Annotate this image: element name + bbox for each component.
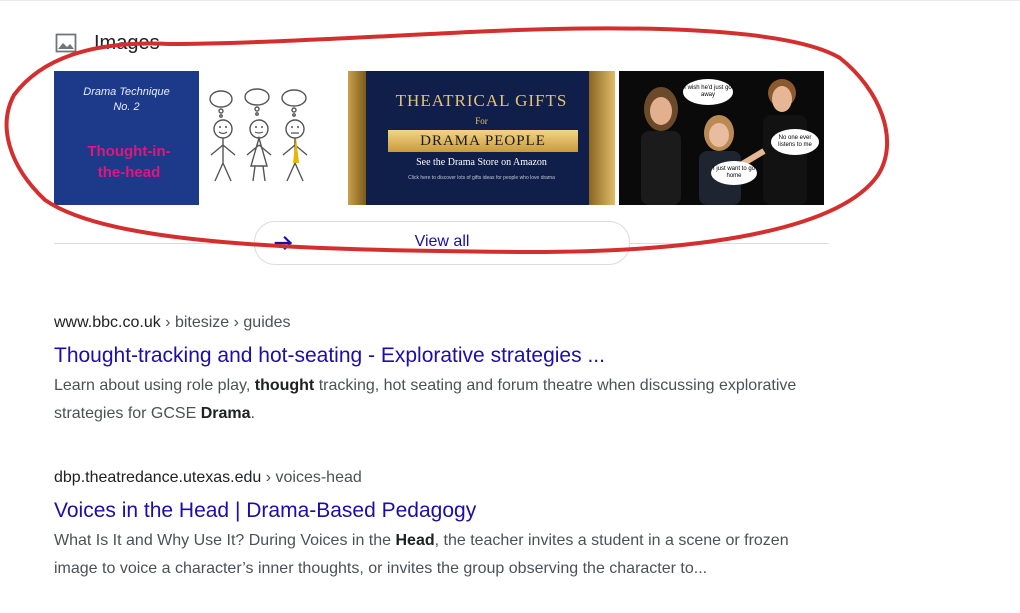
result-title-link[interactable]: Thought-tracking and hot-seating - Explo… <box>54 342 834 370</box>
result-snippet: Learn about using role play, thought tra… <box>54 377 797 422</box>
thumbnail-caption: For <box>475 116 488 126</box>
images-section-header: Images <box>54 28 160 58</box>
result-snippet: What Is It and Why Use It? During Voices… <box>54 532 789 577</box>
result-url[interactable]: www.bbc.co.uk › bitesize › guides <box>54 312 834 334</box>
top-divider <box>0 0 1020 1</box>
result-breadcrumb: › voices-head <box>261 469 362 486</box>
result-domain: dbp.theatredance.utexas.edu <box>54 469 262 486</box>
thumbnail-caption: No. 2 <box>113 101 140 113</box>
thumbnail-banner: DRAMA PEOPLE <box>388 130 578 152</box>
view-all-images-button[interactable]: View all <box>254 221 630 265</box>
thumbnail-caption: Drama Technique <box>83 86 170 98</box>
thumbnail-illustration <box>199 71 344 205</box>
thumbnail-heading: the-head <box>97 164 161 181</box>
thought-bubble: I just want to go home <box>711 161 757 185</box>
image-thumbnail-thought-in-the-head[interactable]: Drama Technique No. 2 Thought-in- the-he… <box>54 71 344 205</box>
view-all-label: View all <box>414 233 470 250</box>
thumbnail-heading: THEATRICAL GIFTS <box>395 91 568 110</box>
thumbnail-title-panel: Drama Technique No. 2 Thought-in- the-he… <box>54 71 199 205</box>
thumbnail-subtitle: See the Drama Store on Amazon <box>416 157 547 168</box>
thought-bubble: I wish he'd just go away <box>683 79 733 105</box>
images-section-title: Images <box>94 31 160 54</box>
stick-figures-thinking-illustration <box>209 88 308 182</box>
image-icon <box>55 33 77 53</box>
image-thumbnail-theatrical-gifts[interactable]: THEATRICAL GIFTS For DRAMA PEOPLE See th… <box>348 71 615 205</box>
thumbnail-fine-print: Click here to discover lots of gifts ide… <box>408 175 555 181</box>
thumbnail-heading: Thought-in- <box>87 143 171 160</box>
result-title-link[interactable]: Voices in the Head | Drama-Based Pedagog… <box>54 497 834 525</box>
thought-bubble: No one ever listens to me <box>771 129 819 155</box>
search-result: dbp.theatredance.utexas.edu › voices-hea… <box>54 467 834 583</box>
result-url[interactable]: dbp.theatredance.utexas.edu › voices-hea… <box>54 467 834 489</box>
result-domain: www.bbc.co.uk <box>54 314 161 331</box>
result-breadcrumb: › bitesize › guides <box>160 314 291 331</box>
image-thumbnail-actors-thought-bubbles[interactable]: I wish he'd just go away No one ever lis… <box>619 71 824 205</box>
search-result: www.bbc.co.uk › bitesize › guides Though… <box>54 312 834 428</box>
